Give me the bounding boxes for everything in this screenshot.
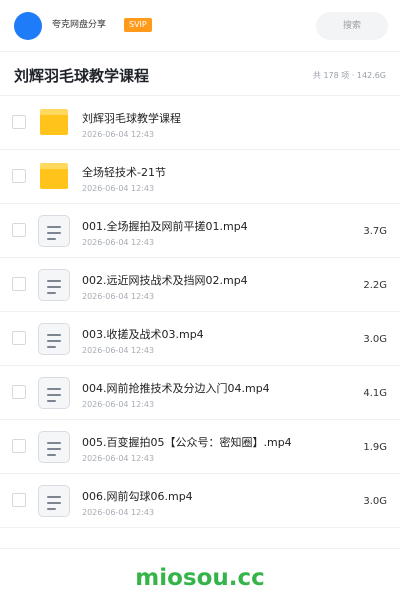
file-name[interactable]: 全场轻技术-21节 — [82, 166, 166, 180]
file-row[interactable]: 006.网前勾球06.mp4 2026-06-04 12:43 3.0G — [0, 474, 400, 528]
file-size: 4.1G — [363, 388, 387, 399]
file-name[interactable]: 002.远近网技战术及挡网02.mp4 — [82, 274, 248, 288]
file-size: 3.7G — [363, 226, 387, 237]
row-checkbox[interactable] — [12, 493, 26, 507]
document-icon — [38, 323, 70, 355]
file-row[interactable]: 005.百变握拍05【公众号：密知圈】.mp4 2026-06-04 12:43… — [0, 420, 400, 474]
file-date: 2026-06-04 12:43 — [82, 400, 155, 409]
file-row[interactable]: 001.全场握拍及网前平搓01.mp4 2026-06-04 12:43 3.7… — [0, 204, 400, 258]
row-checkbox[interactable] — [12, 223, 26, 237]
document-icon — [38, 485, 70, 517]
file-row[interactable]: 003.收搓及战术03.mp4 2026-06-04 12:43 3.0G — [0, 312, 400, 366]
folder-row[interactable]: 刘辉羽毛球教学课程 2026-06-04 12:43 — [0, 96, 400, 150]
file-date: 2026-06-04 12:43 — [82, 238, 155, 247]
document-icon — [38, 215, 70, 247]
file-name[interactable]: 刘辉羽毛球教学课程 — [82, 112, 181, 126]
row-checkbox[interactable] — [12, 169, 26, 183]
file-list: 刘辉羽毛球教学课程 2026-06-04 12:43 全场轻技术-21节 202… — [0, 96, 400, 528]
file-date: 2026-06-04 12:43 — [82, 346, 155, 355]
document-icon — [38, 269, 70, 301]
file-date: 2026-06-04 12:43 — [82, 184, 155, 193]
file-name[interactable]: 004.网前抢推技术及分边入门04.mp4 — [82, 382, 270, 396]
row-checkbox[interactable] — [12, 115, 26, 129]
file-date: 2026-06-04 12:43 — [82, 130, 155, 139]
page-title: 刘辉羽毛球教学课程 — [14, 67, 150, 85]
row-checkbox[interactable] — [12, 439, 26, 453]
folder-icon — [38, 161, 70, 193]
site-brand[interactable]: miosou.cc — [0, 565, 400, 591]
file-date: 2026-06-04 12:43 — [82, 454, 155, 463]
folder-row[interactable]: 全场轻技术-21节 2026-06-04 12:43 — [0, 150, 400, 204]
file-date: 2026-06-04 12:43 — [82, 508, 155, 517]
file-name[interactable]: 006.网前勾球06.mp4 — [82, 490, 193, 504]
file-size: 1.9G — [363, 442, 387, 453]
file-date: 2026-06-04 12:43 — [82, 292, 155, 301]
folder-icon — [38, 107, 70, 139]
row-checkbox[interactable] — [12, 385, 26, 399]
avatar[interactable] — [14, 12, 42, 40]
share-user-name: 夸克网盘分享 — [52, 20, 107, 30]
file-size: 3.0G — [363, 496, 387, 507]
file-count-summary: 共 178 项 · 142.6G — [312, 71, 386, 80]
file-size: 2.2G — [363, 280, 387, 291]
row-checkbox[interactable] — [12, 331, 26, 345]
search-button[interactable]: 搜索 — [316, 12, 388, 40]
folder-title-bar: 刘辉羽毛球教学课程 共 178 项 · 142.6G — [0, 56, 400, 96]
svip-badge: SVIP — [124, 18, 152, 32]
file-name[interactable]: 001.全场握拍及网前平搓01.mp4 — [82, 220, 248, 234]
row-checkbox[interactable] — [12, 277, 26, 291]
file-row[interactable]: 004.网前抢推技术及分边入门04.mp4 2026-06-04 12:43 4… — [0, 366, 400, 420]
file-name[interactable]: 005.百变握拍05【公众号：密知圈】.mp4 — [82, 436, 292, 450]
top-header: 夸克网盘分享 SVIP 搜索 — [0, 0, 400, 52]
file-size: 3.0G — [363, 334, 387, 345]
bottom-footer: miosou.cc — [0, 548, 400, 600]
file-name[interactable]: 003.收搓及战术03.mp4 — [82, 328, 204, 342]
file-row[interactable]: 002.远近网技战术及挡网02.mp4 2026-06-04 12:43 2.2… — [0, 258, 400, 312]
document-icon — [38, 377, 70, 409]
document-icon — [38, 431, 70, 463]
